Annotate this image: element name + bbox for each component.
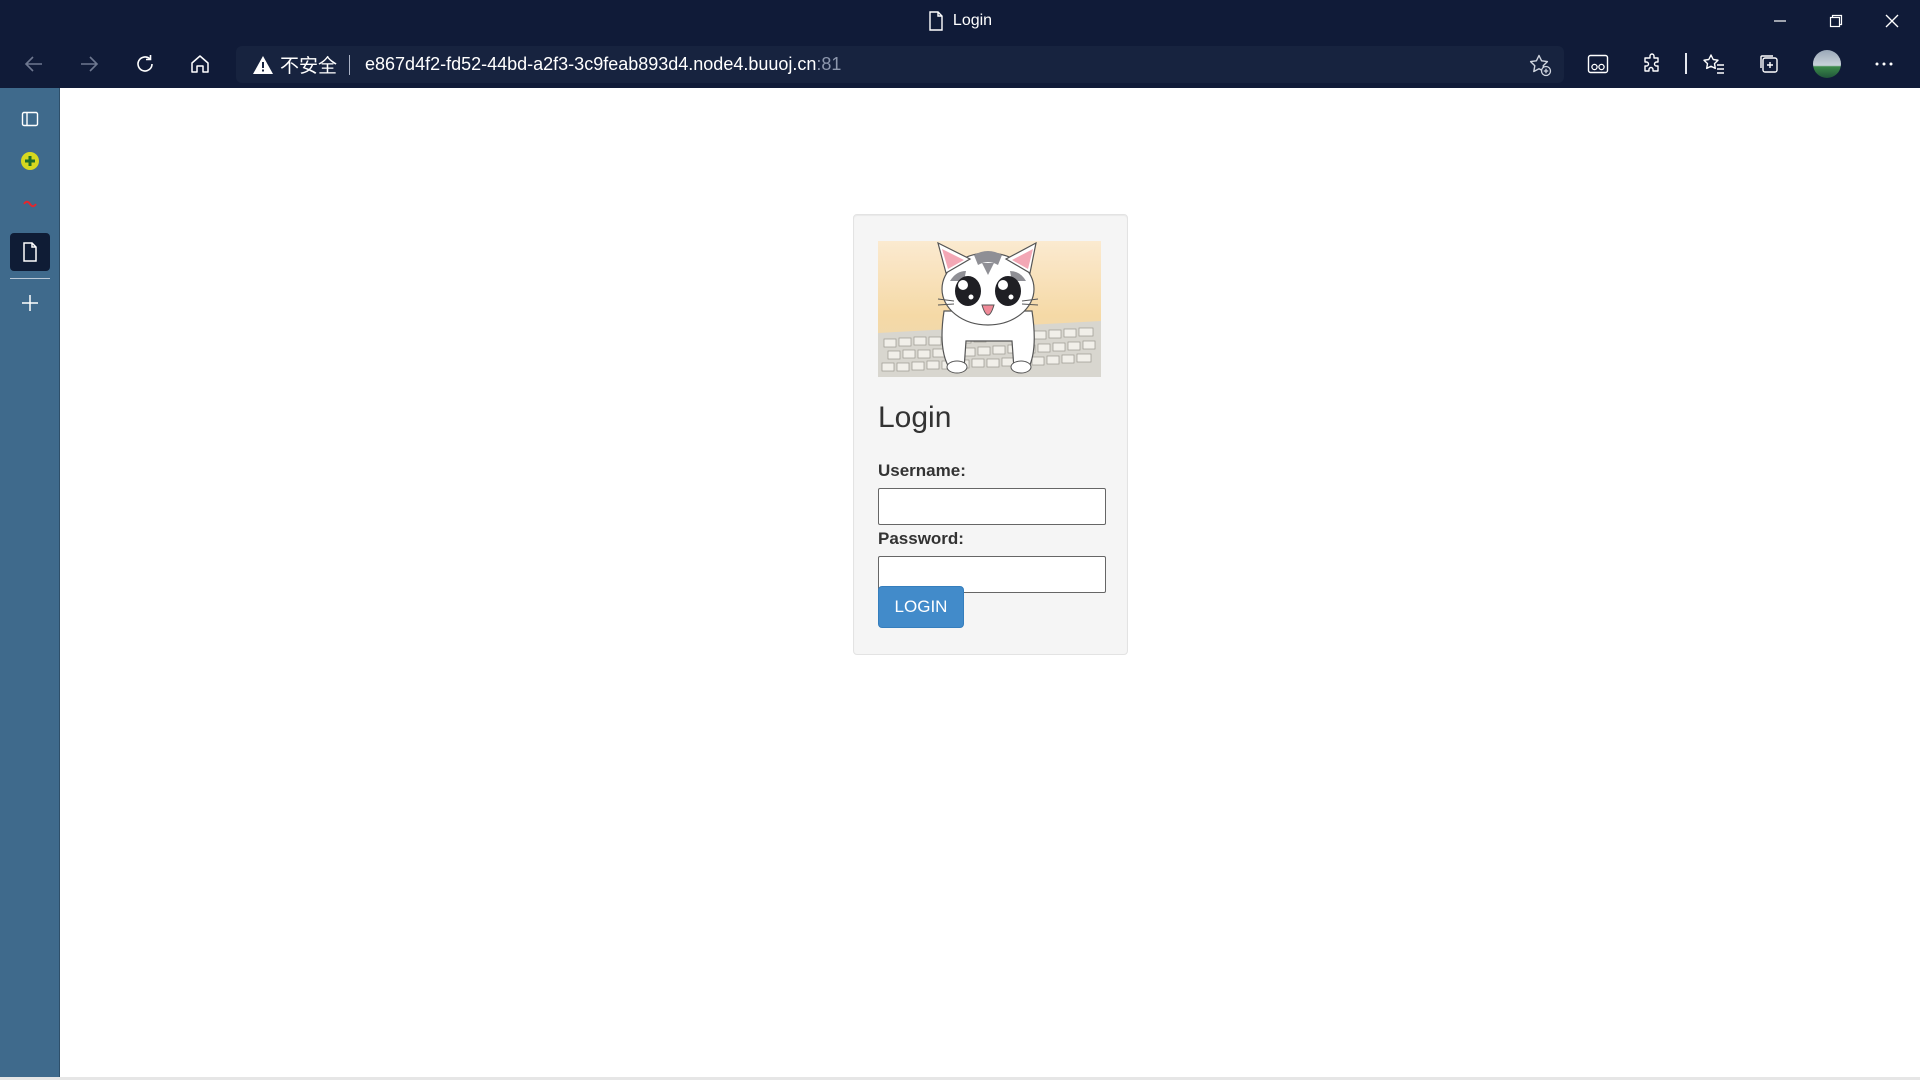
login-button[interactable]: LOGIN (878, 586, 964, 628)
window-title-text: Login (952, 11, 993, 29)
reader-view-button[interactable] (1580, 46, 1616, 82)
immersive-reader-icon (1587, 54, 1609, 74)
url-port[interactable]: :81 (816, 54, 841, 75)
page-tab-icon (23, 242, 37, 262)
address-separator (349, 54, 351, 75)
sidebar-tab-active-login[interactable] (10, 233, 50, 271)
refresh-icon (137, 55, 153, 72)
puzzle-icon (1644, 53, 1659, 72)
address-bar[interactable]: 不安全 e867d4f2-fd52-44bd-a2f3-3c9feab893d4… (236, 46, 1564, 83)
login-heading: Login (878, 401, 952, 434)
vertical-tabs-sidebar (0, 88, 60, 1080)
close-window-button[interactable] (1864, 0, 1920, 41)
username-input[interactable] (878, 488, 1106, 525)
title-bar: Login (0, 0, 1920, 41)
tab-actions-icon (21, 111, 39, 127)
star-add-icon (1529, 54, 1552, 77)
tab-favicon-icon (23, 200, 37, 208)
window-controls (1752, 0, 1920, 41)
refresh-button[interactable] (127, 46, 163, 82)
favorites-button[interactable] (1696, 46, 1732, 82)
forward-button[interactable] (71, 46, 107, 82)
cat-illustration (878, 241, 1101, 377)
profile-button[interactable] (1809, 46, 1845, 82)
arrow-right-icon (81, 56, 99, 72)
tab-actions-button[interactable] (10, 100, 50, 138)
warning-icon[interactable] (252, 54, 274, 76)
login-card: Login Username: Password: LOGIN (853, 214, 1128, 655)
sidebar-divider (10, 278, 50, 279)
close-icon (1885, 14, 1899, 27)
arrow-left-icon (24, 56, 42, 72)
extension-favicon-icon (21, 152, 39, 170)
toolbar-divider (1685, 53, 1687, 74)
settings-more-button[interactable] (1866, 46, 1902, 82)
page-viewport: Login Username: Password: LOGIN (60, 88, 1920, 1080)
password-label: Password: (878, 529, 964, 548)
home-button[interactable] (182, 46, 218, 82)
profile-avatar-icon (1813, 50, 1841, 78)
window-title: Login (0, 0, 1920, 41)
restore-icon (1829, 14, 1843, 27)
url-text[interactable]: e867d4f2-fd52-44bd-a2f3-3c9feab893d4.nod… (365, 54, 816, 75)
collections-button[interactable] (1751, 46, 1787, 82)
add-favorite-button[interactable] (1526, 51, 1554, 79)
new-tab-button[interactable] (10, 284, 50, 322)
favorites-star-icon (1703, 54, 1724, 74)
extensions-button[interactable] (1635, 46, 1671, 82)
username-label: Username: (878, 461, 966, 480)
sidebar-tab-extension[interactable] (10, 142, 50, 180)
collections-icon (1760, 55, 1778, 73)
new-tab-plus-icon (22, 295, 38, 311)
browser-toolbar: 不安全 e867d4f2-fd52-44bd-a2f3-3c9feab893d4… (0, 41, 1920, 88)
minimize-icon (1774, 19, 1786, 22)
more-dots-icon (1875, 62, 1893, 66)
home-icon (191, 55, 209, 73)
restore-button[interactable] (1808, 0, 1864, 41)
page-document-icon (929, 10, 943, 31)
back-button[interactable] (16, 46, 52, 82)
security-status-label[interactable]: 不安全 (280, 51, 337, 78)
minimize-button[interactable] (1752, 0, 1808, 41)
sidebar-tab-site[interactable] (10, 185, 50, 223)
